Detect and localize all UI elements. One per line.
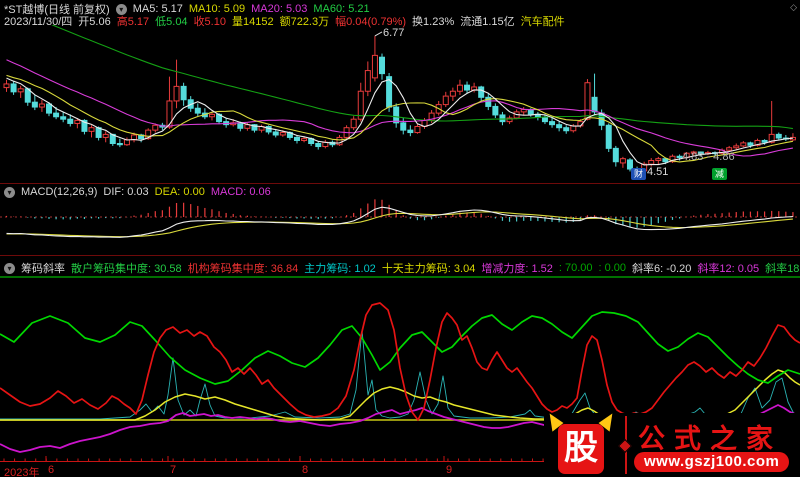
axis-month-label: 7 — [170, 464, 177, 476]
quote-bar: 2023/11/30/四 开5.06 高5.17 低5.04 收5.10 量14… — [4, 13, 571, 29]
axis-month-label: 6 — [48, 464, 55, 476]
macd-header: MACD(12,26,9) DIF: 0.03 DEA: 0.00 MACD: … — [4, 186, 277, 198]
field-slope18: 斜率18: 0.09 — [765, 263, 800, 275]
watermark: 股 公式之家 www.gszj100.com — [542, 410, 800, 477]
field-tianzhuli: 十天主力筹码: 3.04 — [381, 263, 476, 275]
quote-amount: 额722.3万 — [279, 16, 330, 28]
quote-sector[interactable]: 汽车配件 — [521, 13, 565, 29]
collapse-circle-icon[interactable] — [4, 186, 15, 198]
macd-title[interactable]: MACD(12,26,9) — [21, 186, 97, 198]
macd-dea-value: DEA: 0.00 — [154, 186, 205, 198]
indicator-header: 筹码斜率 散户筹码集中度: 30.58 机构筹码集中度: 36.84 主力筹码:… — [4, 260, 800, 276]
watermark-site-name: 公式之家 — [638, 424, 782, 454]
macd-dif-value: DIF: 0.03 — [103, 186, 149, 198]
axis-month-label: 9 — [446, 464, 453, 476]
quote-volume: 量14152 — [231, 16, 274, 28]
holdings-reduce-badge[interactable]: 减 — [712, 168, 727, 180]
axis-month-label: 8 — [302, 464, 309, 476]
field-jigou: 机构筹码集中度: 36.84 — [187, 263, 299, 275]
watermark-logo-icon: 股 — [558, 424, 604, 474]
quote-date: 2023/11/30/四 — [4, 16, 73, 28]
quote-close: 收5.10 — [193, 16, 226, 28]
field-zengjian: 增减力度: 1.52 — [481, 263, 553, 275]
trading-terminal-window: *ST越博(日线 前复权) MA5: 5.17 MA10: 5.09 MA20:… — [0, 0, 800, 477]
quote-low: 低5.04 — [155, 16, 188, 28]
field-level0: : 0.00 — [598, 262, 627, 274]
quote-open: 开5.06 — [78, 16, 111, 28]
chart-canvas[interactable] — [0, 0, 800, 477]
watermark-url: www.gszj100.com — [634, 452, 790, 472]
panel-divider — [0, 183, 800, 184]
panel-divider — [0, 255, 800, 256]
field-zhuli: 主力筹码: 1.02 — [304, 263, 376, 275]
field-slope6: 斜率6: -0.20 — [632, 263, 692, 275]
price-range-annotation: 4.83 - 4.86 — [682, 151, 735, 163]
high-price-annotation: 6.77 — [383, 27, 405, 39]
field-sanhu: 散户筹码集中度: 30.58 — [71, 263, 182, 275]
field-slope12: 斜率12: 0.05 — [697, 263, 760, 275]
field-level70: : 70.00 — [558, 262, 593, 274]
quote-turnover: 换1.23% — [412, 16, 455, 28]
collapse-circle-icon[interactable] — [4, 262, 15, 274]
quote-high: 高5.17 — [116, 16, 150, 28]
axis-year-label: 2023年 — [4, 467, 40, 477]
finance-report-badge[interactable]: 财 — [631, 168, 646, 180]
quote-float-shares: 流通1.15亿 — [460, 16, 515, 28]
indicator-title[interactable]: 筹码斜率 — [21, 260, 65, 276]
corner-diamond-icon[interactable]: ◇ — [790, 2, 797, 13]
macd-value: MACD: 0.06 — [210, 186, 271, 198]
diamond-icon — [617, 438, 633, 454]
